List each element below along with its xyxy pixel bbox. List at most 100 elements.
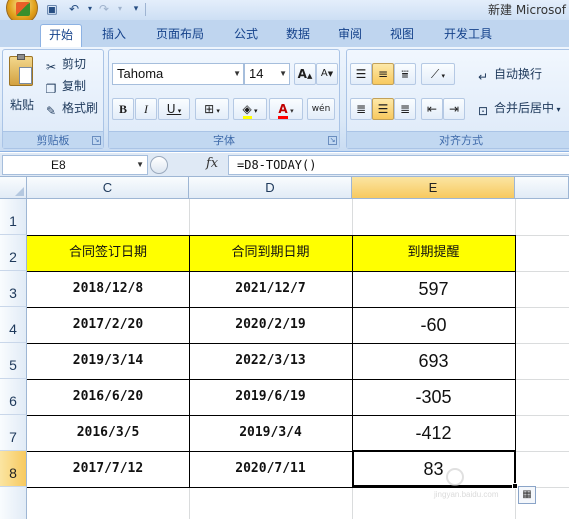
orientation-button[interactable]: ⟋ ▾ — [421, 63, 455, 85]
title-bar: ▣ ↶ ▾ ↷ ▾ ▾ 新建 Microsof — [0, 0, 569, 24]
align-left-icon: ≣ — [355, 102, 367, 116]
grow-font-glyph: A — [297, 67, 307, 81]
clipboard-group-label: 剪贴板 — [3, 131, 103, 148]
increase-indent-icon: ⇥ — [448, 102, 460, 116]
table-cell[interactable]: 2017/2/20 — [27, 307, 189, 343]
format-painter-label: 格式刷 — [62, 101, 99, 115]
table-cell[interactable]: -305 — [352, 379, 515, 415]
row-header-4[interactable]: 4 — [0, 307, 27, 343]
undo-icon[interactable]: ↶ — [66, 2, 82, 16]
underline-button[interactable]: U ▾ — [158, 98, 190, 120]
font-launcher-icon[interactable]: ↘ — [328, 136, 337, 145]
row-header-8[interactable]: 8 — [0, 451, 27, 487]
table-cell[interactable]: 2016/3/5 — [27, 415, 189, 451]
table-cell[interactable]: 2019/6/19 — [189, 379, 352, 415]
cut-button[interactable]: ✂ 剪切 — [43, 54, 86, 74]
grow-arrow-icon: ▲ — [306, 72, 313, 80]
table-cell[interactable]: 2019/3/14 — [27, 343, 189, 379]
table-cell[interactable]: 2017/7/12 — [27, 451, 189, 487]
row-header-1[interactable]: 1 — [0, 199, 27, 235]
table-cell[interactable]: 2016/6/20 — [27, 379, 189, 415]
redo-icon[interactable]: ↷ — [96, 2, 112, 16]
paintbrush-icon: ✎ — [45, 104, 57, 118]
shrink-arrow-icon: ▼ — [327, 70, 334, 78]
decrease-indent-button[interactable]: ⇤ — [421, 98, 443, 120]
row-header-7[interactable]: 7 — [0, 415, 27, 451]
table-cell[interactable]: -60 — [352, 307, 515, 343]
format-painter-button[interactable]: ✎ 格式刷 — [43, 98, 98, 118]
increase-indent-button[interactable]: ⇥ — [443, 98, 465, 120]
tab-data[interactable]: 数据 — [276, 24, 320, 47]
column-header-e[interactable]: E — [352, 177, 515, 199]
formula-input[interactable]: =D8-TODAY() — [228, 155, 569, 175]
italic-button[interactable]: I — [135, 98, 157, 120]
tab-page-layout[interactable]: 页面布局 — [146, 24, 214, 47]
shrink-font-button[interactable]: A▼ — [316, 63, 338, 85]
align-right-button[interactable]: ≣ — [394, 98, 416, 120]
merge-center-button[interactable]: ⊡ 合并后居中 ▾ — [475, 98, 561, 118]
name-box[interactable]: E8 ▼ — [2, 155, 148, 175]
row-header-3[interactable]: 3 — [0, 271, 27, 307]
clipboard-launcher-icon[interactable]: ↘ — [92, 136, 101, 145]
font-name-combo[interactable]: Tahoma ▼ — [112, 63, 244, 85]
tab-formulas[interactable]: 公式 — [224, 24, 268, 47]
insert-function-button[interactable]: fx — [206, 156, 218, 171]
column-header-c[interactable]: C — [27, 177, 189, 199]
name-box-value: E8 — [51, 158, 66, 172]
fill-color-button[interactable]: ◈ ▾ — [233, 98, 267, 120]
align-left-button[interactable]: ≣ — [350, 98, 372, 120]
table-cell[interactable]: 2021/12/7 — [189, 271, 352, 307]
column-header-d[interactable]: D — [189, 177, 352, 199]
customize-qat-icon[interactable]: ▾ — [128, 2, 144, 16]
font-size-combo[interactable]: 14 ▼ — [244, 63, 290, 85]
table-cell[interactable]: 2022/3/13 — [189, 343, 352, 379]
align-middle-button[interactable]: ≡ — [372, 63, 394, 85]
align-top-icon: ☰ — [355, 67, 367, 81]
chevron-down-icon: ▼ — [279, 69, 287, 78]
tab-insert[interactable]: 插入 — [92, 24, 136, 47]
copy-icon: ❐ — [45, 82, 57, 96]
table-cell[interactable]: 597 — [352, 271, 515, 307]
row-header-2[interactable]: 2 — [0, 235, 27, 271]
table-cell[interactable]: 2018/12/8 — [27, 271, 189, 307]
column-header-f[interactable] — [515, 177, 569, 199]
tab-view[interactable]: 视图 — [380, 24, 424, 47]
table-cell[interactable]: 2020/2/19 — [189, 307, 352, 343]
wrap-text-icon: ↵ — [477, 70, 489, 84]
align-top-button[interactable]: ☰ — [350, 63, 372, 85]
select-all-button[interactable] — [0, 177, 27, 199]
autofill-options-icon[interactable]: ▦ — [518, 486, 536, 504]
table-cell[interactable]: 2020/7/11 — [189, 451, 352, 487]
row-header-6[interactable]: 6 — [0, 379, 27, 415]
header-cell-expire-date[interactable]: 合同到期日期 — [189, 235, 352, 271]
save-icon[interactable]: ▣ — [44, 2, 60, 16]
table-cell[interactable]: -412 — [352, 415, 515, 451]
header-cell-sign-date[interactable]: 合同签订日期 — [27, 235, 189, 271]
font-color-button[interactable]: A ▾ — [269, 98, 303, 120]
row-header-9[interactable] — [0, 487, 27, 519]
tab-developer[interactable]: 开发工具 — [432, 24, 504, 47]
font-group-label: 字体 — [109, 131, 339, 148]
tab-home[interactable]: 开始 — [40, 24, 82, 47]
copy-button[interactable]: ❐ 复制 — [43, 76, 86, 96]
row-header-5[interactable]: 5 — [0, 343, 27, 379]
header-cell-reminder[interactable]: 到期提醒 — [352, 235, 515, 271]
bold-button[interactable]: B — [112, 98, 134, 120]
phonetic-guide-button[interactable]: wén — [307, 98, 335, 120]
redo-dropdown-icon[interactable]: ▾ — [112, 2, 128, 16]
table-cell[interactable]: 2019/3/4 — [189, 415, 352, 451]
grow-font-button[interactable]: A▲ — [294, 63, 316, 85]
chevron-down-icon: ▼ — [136, 160, 144, 169]
ribbon-tab-bar: 开始 插入 页面布局 公式 数据 审阅 视图 开发工具 — [0, 20, 569, 47]
paste-button[interactable]: 粘贴 — [6, 54, 38, 114]
align-bottom-button[interactable]: ⩸ — [394, 63, 416, 85]
formula-bar-expander-icon[interactable] — [150, 156, 168, 174]
wrap-text-button[interactable]: ↵ 自动换行 — [475, 64, 542, 84]
align-center-button[interactable]: ☰ — [372, 98, 394, 120]
align-middle-icon: ≡ — [377, 67, 389, 81]
worksheet-grid[interactable]: C D E 1 2 3 4 5 6 7 8 合同签订日期 合同到期日期 到期提醒… — [0, 177, 569, 519]
decrease-indent-icon: ⇤ — [426, 102, 438, 116]
borders-button[interactable]: ⊞ ▾ — [195, 98, 229, 120]
table-cell[interactable]: 693 — [352, 343, 515, 379]
tab-review[interactable]: 审阅 — [328, 24, 372, 47]
